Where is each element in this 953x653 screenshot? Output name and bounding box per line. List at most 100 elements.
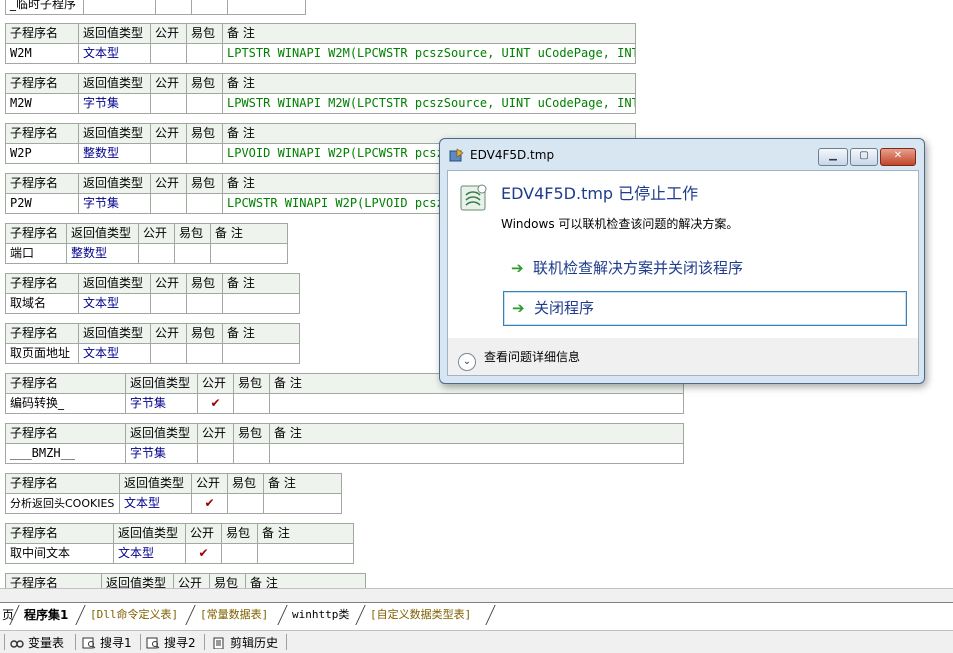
note-cell[interactable] <box>222 343 300 364</box>
return-type-cell[interactable]: 文本型 <box>78 343 151 364</box>
search-window-icon <box>82 637 96 649</box>
subroutine-table: 子程序名 返回值类型 公开 易包 备 注 取域名 文本型 <box>5 273 300 314</box>
tab-dll-commands[interactable]: [Dll命令定义表] <box>84 606 184 624</box>
easy-cell[interactable] <box>227 493 264 514</box>
easy-cell[interactable] <box>186 43 223 64</box>
header-public: 公开 <box>150 73 187 94</box>
easy-cell[interactable] <box>186 343 223 364</box>
clip-history-button[interactable]: 剪辑历史 <box>212 634 278 652</box>
return-type-cell[interactable]: 文本型 <box>119 493 192 514</box>
sub-name-cell[interactable]: P2W <box>5 193 79 214</box>
header-public: 公开 <box>173 573 210 588</box>
clipboard-icon <box>213 637 224 649</box>
header-return-type: 返回值类型 <box>78 123 151 144</box>
sub-name-cell[interactable]: M2W <box>5 93 79 114</box>
sub-name-cell[interactable]: W2M <box>5 43 79 64</box>
public-cell[interactable] <box>150 193 187 214</box>
search2-button[interactable]: 搜寻2 <box>146 634 196 652</box>
sub-name-cell[interactable]: 取域名 <box>5 293 79 314</box>
dialog-footer: ⌄ 查看问题详细信息 <box>447 338 919 376</box>
tab-winhttp-class[interactable]: winhttp类 <box>286 606 355 624</box>
return-type-cell[interactable]: 字节集 <box>78 93 151 114</box>
note-cell[interactable]: LPWSTR WINAPI M2W(LPCTSTR pcszSource, UI… <box>222 93 636 114</box>
tab-program-set-1[interactable]: 程序集1 <box>18 606 74 624</box>
green-arrow-icon: ➔ <box>512 299 525 317</box>
sub-name-cell[interactable]: W2P <box>5 143 79 164</box>
note-cell[interactable] <box>269 443 684 464</box>
note-cell[interactable] <box>257 543 354 564</box>
return-type-cell[interactable]: 整数型 <box>66 243 139 264</box>
return-type-cell[interactable]: 字节集 <box>78 193 151 214</box>
easy-cell[interactable] <box>221 543 258 564</box>
public-cell[interactable] <box>150 93 187 114</box>
easy-cell[interactable] <box>174 243 211 264</box>
dialog-title-bar[interactable]: EDV4F5D.tmp ▁ ▢ ✕ <box>440 139 924 171</box>
easy-cell[interactable] <box>233 393 270 414</box>
header-return-type: 返回值类型 <box>78 273 151 294</box>
search1-button[interactable]: 搜寻1 <box>82 634 132 652</box>
return-type-cell[interactable]: 文本型 <box>78 43 151 64</box>
return-type-cell[interactable]: 字节集 <box>125 393 198 414</box>
header-name: 子程序名 <box>5 123 79 144</box>
easy-cell[interactable] <box>186 93 223 114</box>
public-checkmark[interactable]: ✔ <box>185 543 222 564</box>
public-checkmark[interactable]: ✔ <box>197 393 234 414</box>
public-cell[interactable] <box>150 343 187 364</box>
public-checkmark[interactable]: ✔ <box>191 493 228 514</box>
maximize-button[interactable]: ▢ <box>850 148 878 166</box>
note-cell[interactable]: LPTSTR WINAPI W2M(LPCWSTR pcszSource, UI… <box>222 43 636 64</box>
minimize-button[interactable]: ▁ <box>818 148 848 166</box>
header-public: 公开 <box>150 273 187 294</box>
header-easy: 易包 <box>233 423 270 444</box>
header-name: 子程序名 <box>5 23 79 44</box>
sub-name-cell[interactable]: ___BMZH__ <box>5 443 126 464</box>
sub-name-cell[interactable]: _临时子程序 <box>5 0 84 15</box>
return-type-cell[interactable]: 字节集 <box>125 443 198 464</box>
app-icon <box>449 148 464 162</box>
header-name: 子程序名 <box>5 573 102 588</box>
header-name: 子程序名 <box>5 223 67 244</box>
sub-name-cell[interactable]: 编码转换_ <box>5 393 126 414</box>
note-cell[interactable] <box>269 393 684 414</box>
header-easy: 易包 <box>186 123 223 144</box>
header-return-type: 返回值类型 <box>125 373 198 394</box>
sub-name-cell[interactable]: 取中间文本 <box>5 543 114 564</box>
header-return-type: 返回值类型 <box>101 573 174 588</box>
sub-name-cell[interactable]: 端口 <box>5 243 67 264</box>
close-program-option[interactable]: ➔ 关闭程序 <box>503 291 907 326</box>
easy-cell[interactable] <box>186 193 223 214</box>
header-note: 备 注 <box>257 523 354 544</box>
public-cell[interactable] <box>150 143 187 164</box>
search-window-icon <box>146 637 160 649</box>
variables-button[interactable]: 变量表 <box>10 634 64 652</box>
easy-cell[interactable] <box>186 143 223 164</box>
easy-cell[interactable] <box>186 293 223 314</box>
return-type-cell[interactable]: 文本型 <box>113 543 186 564</box>
note-cell[interactable] <box>222 293 300 314</box>
header-public: 公开 <box>185 523 222 544</box>
return-type-cell[interactable]: 整数型 <box>78 143 151 164</box>
public-cell[interactable] <box>150 293 187 314</box>
sub-name-cell[interactable]: 分析返回头COOKIES <box>5 493 120 514</box>
header-note: 备 注 <box>222 323 300 344</box>
view-details-toggle[interactable]: ⌄ 查看问题详细信息 <box>458 348 580 371</box>
header-name: 子程序名 <box>5 273 79 294</box>
header-note: 备 注 <box>269 423 684 444</box>
note-cell[interactable] <box>210 243 288 264</box>
chevron-down-icon: ⌄ <box>458 353 476 371</box>
header-public: 公开 <box>150 123 187 144</box>
tab-custom-types[interactable]: [自定义数据类型表] <box>364 606 477 624</box>
close-button[interactable]: ✕ <box>880 148 916 166</box>
public-cell[interactable] <box>150 43 187 64</box>
header-note: 备 注 <box>263 473 342 494</box>
horizontal-scrollbar[interactable] <box>0 588 953 603</box>
check-online-option[interactable]: ➔ 联机检查解决方案并关闭该程序 <box>503 252 905 285</box>
public-cell[interactable] <box>138 243 175 264</box>
easy-cell[interactable] <box>233 443 270 464</box>
sub-name-cell[interactable]: 取页面地址 <box>5 343 79 364</box>
public-cell[interactable] <box>197 443 234 464</box>
tab-constants[interactable]: [常量数据表] <box>194 606 274 624</box>
header-easy: 易包 <box>186 73 223 94</box>
note-cell[interactable] <box>263 493 342 514</box>
return-type-cell[interactable]: 文本型 <box>78 293 151 314</box>
